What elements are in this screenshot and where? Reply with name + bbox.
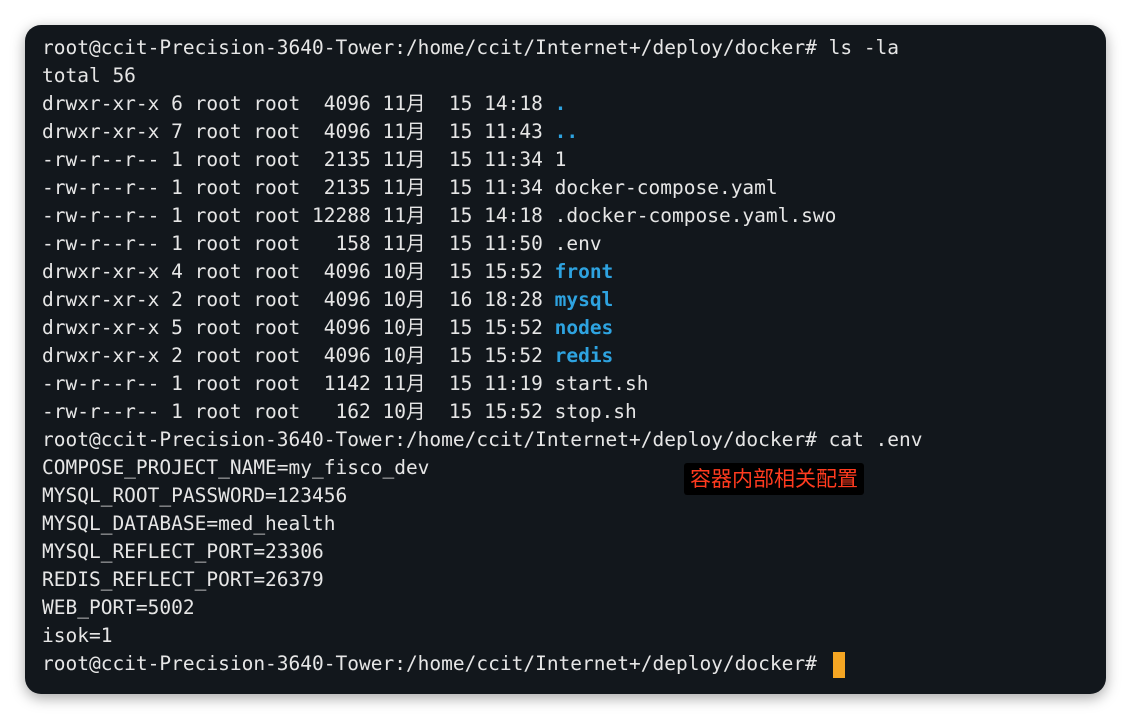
listing-line: drwxr-xr-x 7 root root 4096 11月 15 11:43… bbox=[42, 118, 923, 146]
file-name: docker-compose.yaml bbox=[554, 176, 778, 199]
file-name: 1 bbox=[554, 148, 567, 171]
command-line: root@ccit-Precision-3640-Tower:/home/cci… bbox=[42, 34, 923, 62]
prompt: root@ccit-Precision-3640-Tower:/home/cci… bbox=[42, 36, 829, 59]
file-name: start.sh bbox=[554, 372, 649, 395]
file-name: stop.sh bbox=[554, 400, 637, 423]
listing-line: drwxr-xr-x 4 root root 4096 10月 15 15:52… bbox=[42, 258, 923, 286]
directory-name: redis bbox=[554, 344, 614, 367]
file-name: .env bbox=[554, 232, 602, 255]
listing-line: -rw-r--r-- 1 root root 2135 11月 15 11:34… bbox=[42, 174, 923, 202]
input-line[interactable]: root@ccit-Precision-3640-Tower:/home/cci… bbox=[42, 650, 923, 678]
env-line: WEB_PORT=5002 bbox=[42, 596, 195, 619]
listing-line: -rw-r--r-- 1 root root 158 11月 15 11:50 … bbox=[42, 230, 923, 258]
env-line: MYSQL_DATABASE=med_health bbox=[42, 512, 336, 535]
file-info: -rw-r--r-- 1 root root 2135 11月 15 11:34 bbox=[42, 148, 555, 171]
file-info: drwxr-xr-x 5 root root 4096 10月 15 15:52 bbox=[42, 316, 555, 339]
listing-line: drwxr-xr-x 5 root root 4096 10月 15 15:52… bbox=[42, 314, 923, 342]
listing-line: -rw-r--r-- 1 root root 1142 11月 15 11:19… bbox=[42, 370, 923, 398]
directory-name: mysql bbox=[554, 288, 614, 311]
listing-line: -rw-r--r-- 1 root root 2135 11月 15 11:34… bbox=[42, 146, 923, 174]
file-name: .docker-compose.yaml.swo bbox=[554, 204, 837, 227]
prompt: root@ccit-Precision-3640-Tower:/home/cci… bbox=[42, 428, 829, 451]
env-line: isok=1 bbox=[42, 624, 113, 647]
directory-name: . bbox=[554, 92, 567, 115]
listing-line: -rw-r--r-- 1 root root 162 10月 15 15:52 … bbox=[42, 398, 923, 426]
file-info: drwxr-xr-x 7 root root 4096 11月 15 11:43 bbox=[42, 120, 555, 143]
terminal-output: root@ccit-Precision-3640-Tower:/home/cci… bbox=[42, 34, 923, 678]
listing-line: -rw-r--r-- 1 root root 12288 11月 15 14:1… bbox=[42, 202, 923, 230]
annotation-label: 容器内部相关配置 bbox=[684, 463, 864, 495]
total-line: total 56 bbox=[42, 64, 136, 87]
directory-name: front bbox=[554, 260, 614, 283]
file-info: -rw-r--r-- 1 root root 1142 11月 15 11:19 bbox=[42, 372, 555, 395]
file-info: -rw-r--r-- 1 root root 162 10月 15 15:52 bbox=[42, 400, 555, 423]
listing-line: drwxr-xr-x 6 root root 4096 11月 15 14:18… bbox=[42, 90, 923, 118]
command-text: ls -la bbox=[828, 36, 900, 59]
listing-line: drwxr-xr-x 2 root root 4096 10月 16 18:28… bbox=[42, 286, 923, 314]
directory-name: .. bbox=[554, 120, 579, 143]
file-info: drwxr-xr-x 2 root root 4096 10月 15 15:52 bbox=[42, 344, 555, 367]
text-cursor bbox=[832, 651, 845, 678]
file-info: -rw-r--r-- 1 root root 12288 11月 15 14:1… bbox=[42, 204, 555, 227]
file-info: drwxr-xr-x 2 root root 4096 10月 16 18:28 bbox=[42, 288, 555, 311]
listing-line: drwxr-xr-x 2 root root 4096 10月 15 15:52… bbox=[42, 342, 923, 370]
directory-name: nodes bbox=[554, 316, 614, 339]
terminal-window[interactable]: root@ccit-Precision-3640-Tower:/home/cci… bbox=[25, 25, 1106, 694]
command-line: root@ccit-Precision-3640-Tower:/home/cci… bbox=[42, 426, 923, 454]
env-line: REDIS_REFLECT_PORT=26379 bbox=[42, 568, 324, 591]
env-line: MYSQL_REFLECT_PORT=23306 bbox=[42, 540, 324, 563]
file-info: drwxr-xr-x 4 root root 4096 10月 15 15:52 bbox=[42, 260, 555, 283]
command-text: cat .env bbox=[828, 428, 923, 451]
file-info: -rw-r--r-- 1 root root 2135 11月 15 11:34 bbox=[42, 176, 555, 199]
file-info: -rw-r--r-- 1 root root 158 11月 15 11:50 bbox=[42, 232, 555, 255]
prompt: root@ccit-Precision-3640-Tower:/home/cci… bbox=[42, 652, 829, 675]
file-info: drwxr-xr-x 6 root root 4096 11月 15 14:18 bbox=[42, 92, 555, 115]
